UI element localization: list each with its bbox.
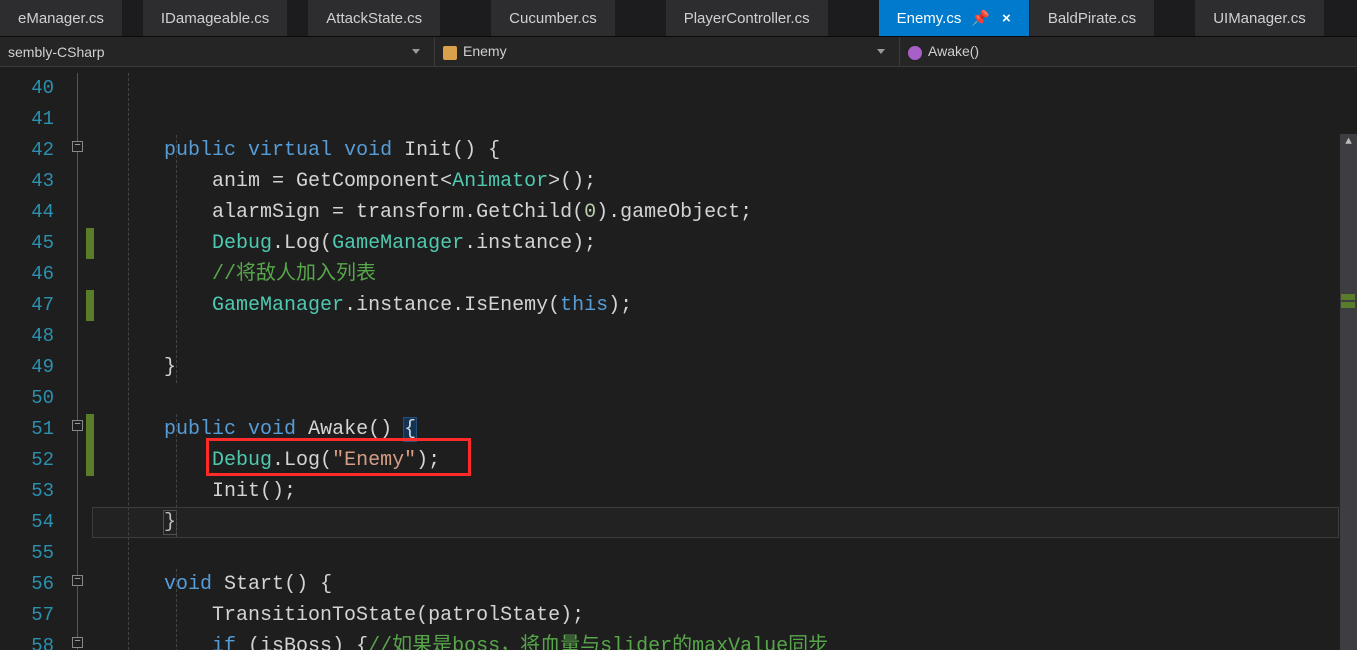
tab-enemy[interactable]: Enemy.cs 📌 × [879,0,1030,36]
tab-uimanager[interactable]: UIManager.cs [1195,0,1325,36]
tab-label: eManager.cs [18,10,104,27]
code-line: //将敌人加入列表 [92,259,1357,290]
code-line [92,321,1357,352]
breadcrumb-project[interactable]: sembly-CSharp [0,37,435,66]
code-line: public void Awake() { [92,414,1357,445]
tab-baldpirate[interactable]: BaldPirate.cs [1030,0,1155,36]
breadcrumb: sembly-CSharp Enemy Awake() [0,37,1357,67]
tab-bar: eManager.cs IDamageable.cs AttackState.c… [0,0,1357,37]
current-line-highlight [92,507,1339,538]
code-line: Init(); [92,476,1357,507]
code-line: public virtual void Init() { [92,135,1357,166]
code-line: alarmSign = transform.GetChild(0).gameOb… [92,197,1357,228]
tab-label: AttackState.cs [326,10,422,27]
code-line: if (isBoss) {//如果是boss，将血量与slider的maxVal… [92,631,1357,650]
tab-label: Enemy.cs [897,10,962,27]
class-icon [443,46,457,60]
method-icon [908,46,922,60]
tab-label: IDamageable.cs [161,10,269,27]
breadcrumb-method-label: Awake() [928,43,979,59]
code-line: Debug.Log(GameManager.instance); [92,228,1357,259]
code-line [92,73,1357,104]
code-line [92,104,1357,135]
breadcrumb-class-label: Enemy [463,43,507,59]
tab-label: PlayerController.cs [684,10,810,27]
code-line [92,538,1357,569]
fold-toggle-icon[interactable]: − [72,420,83,431]
code-line: TransitionToState(patrolState); [92,600,1357,631]
code-line: Debug.Log("Enemy"); [92,445,1357,476]
tab-attackstate[interactable]: AttackState.cs [308,0,441,36]
pin-icon[interactable]: 📌 [971,9,990,27]
chevron-down-icon [412,49,420,54]
breadcrumb-class[interactable]: Enemy [435,37,900,66]
code-line [92,383,1357,414]
code-line: } [92,352,1357,383]
code-line: GameManager.instance.IsEnemy(this); [92,290,1357,321]
breadcrumb-project-label: sembly-CSharp [8,44,104,60]
code-line: void Start() { [92,569,1357,600]
tab-label: Cucumber.cs [509,10,597,27]
scroll-map [1341,134,1355,650]
chevron-down-icon [877,49,885,54]
tab-idamageable[interactable]: IDamageable.cs [143,0,288,36]
line-gutter: 40414243444546474849505152535455565758 [0,67,64,650]
fold-toggle-icon[interactable]: − [72,575,83,586]
tab-playercontroller[interactable]: PlayerController.cs [666,0,829,36]
tab-emanager[interactable]: eManager.cs [0,0,123,36]
code-line: anim = GetComponent<Animator>(); [92,166,1357,197]
fold-line [77,73,78,650]
tab-cucumber[interactable]: Cucumber.cs [491,0,616,36]
close-icon[interactable]: × [1002,10,1011,27]
fold-toggle-icon[interactable]: − [72,141,83,152]
breadcrumb-method[interactable]: Awake() [900,37,1357,66]
tab-label: BaldPirate.cs [1048,10,1136,27]
editor[interactable]: 40414243444546474849505152535455565758 −… [0,67,1357,650]
fold-toggle-icon[interactable]: − [72,637,83,648]
tab-label: UIManager.cs [1213,10,1306,27]
fold-column: − − − − [64,67,92,650]
code-area[interactable]: public virtual void Init() { anim = GetC… [92,67,1357,650]
